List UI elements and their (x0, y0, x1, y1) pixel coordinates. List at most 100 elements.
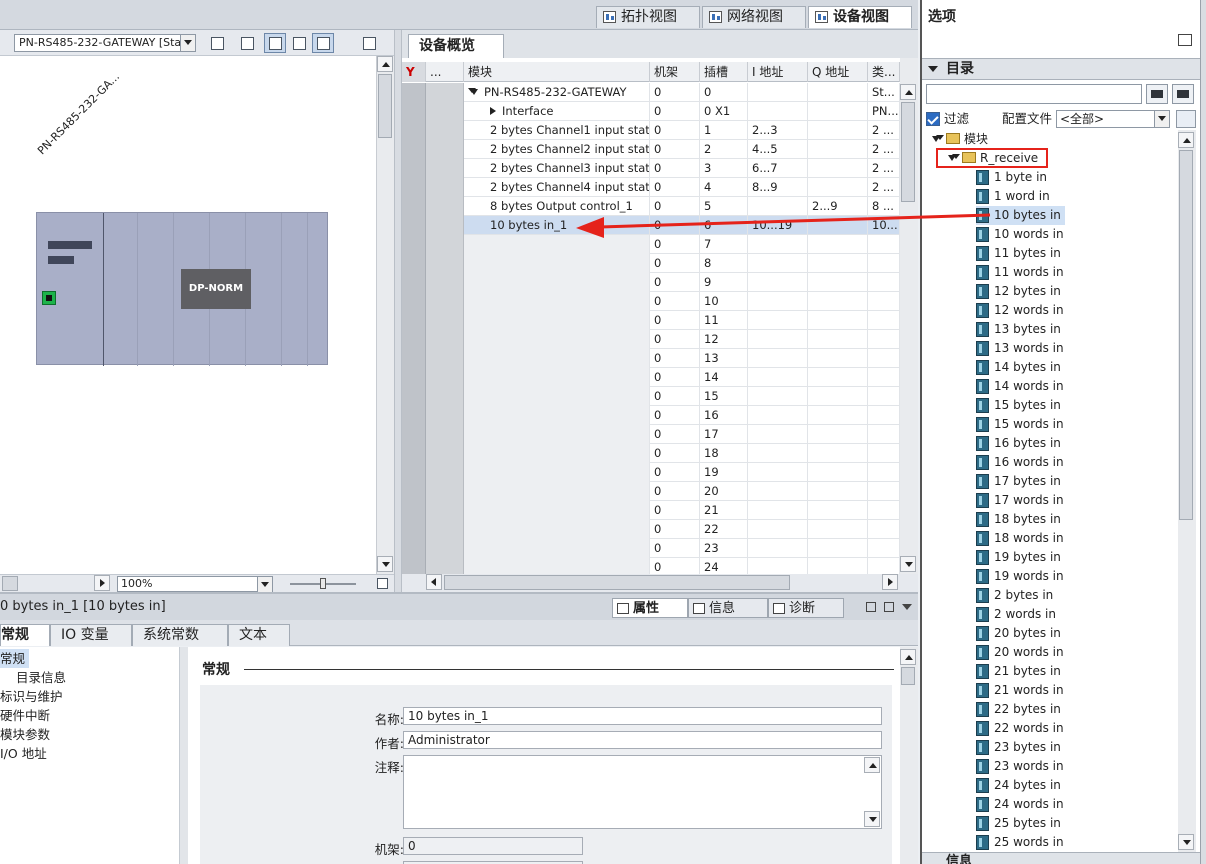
catalog-item[interactable]: 2 words in (976, 605, 1056, 624)
catalog-item[interactable]: 24 bytes in (976, 776, 1061, 795)
table-row[interactable]: 0 20 (402, 482, 900, 501)
catalog-item[interactable]: 11 words in (976, 263, 1064, 282)
maximize-icon[interactable] (884, 602, 894, 612)
catalog-item[interactable]: 24 words in (976, 795, 1064, 814)
catalog-item[interactable]: 19 words in (976, 567, 1064, 586)
name-input[interactable]: 10 bytes in_1 (403, 707, 882, 725)
scroll-thumb[interactable] (901, 667, 915, 685)
slider-knob[interactable] (320, 578, 326, 589)
table-row[interactable]: 0 19 (402, 463, 900, 482)
table-row[interactable]: 08 (402, 254, 900, 273)
properties-scrollbar[interactable] (900, 647, 918, 864)
page-layout-button[interactable] (312, 33, 334, 53)
tab-network-view[interactable]: 网络视图 (702, 6, 806, 28)
catalog-item[interactable]: 2 bytes in (976, 586, 1053, 605)
table-row[interactable]: 2 bytes Channel4 input stat... 0 4 8...9 2 .… (402, 178, 900, 197)
table-row[interactable]: 8 bytes Output control_1 0 5 2...9 8 ... (402, 197, 900, 216)
scroll-right-icon[interactable] (94, 575, 110, 591)
scroll-thumb[interactable] (901, 102, 915, 202)
catalog-item[interactable]: 17 bytes in (976, 472, 1061, 491)
show-names-button[interactable] (236, 33, 258, 53)
catalog-item[interactable]: 19 bytes in (976, 548, 1061, 567)
filter-checkbox[interactable] (926, 112, 940, 126)
table-row[interactable]: PN-RS485-232-GATEWAY 0 0 St... (402, 83, 900, 102)
catalog-item[interactable]: 12 bytes in (976, 282, 1061, 301)
table-row[interactable]: 2 bytes Channel3 input stat... 0 3 6...7 2 .… (402, 159, 900, 178)
expand-icon[interactable] (932, 136, 940, 142)
table-row[interactable]: 10 bytes in_1 0 6 10...19 10... (402, 216, 900, 235)
catalog-item[interactable]: 21 bytes in (976, 662, 1061, 681)
pane-splitter[interactable] (394, 30, 402, 592)
table-row[interactable]: 2 bytes Channel2 input stat... 0 2 4...5 2 .… (402, 140, 900, 159)
catalog-item[interactable]: 20 bytes in (976, 624, 1061, 643)
table-row[interactable]: 0 22 (402, 520, 900, 539)
scroll-down-icon[interactable] (377, 556, 393, 572)
table-row[interactable]: 0 24 (402, 558, 900, 574)
zoom-slider[interactable] (290, 578, 356, 589)
overview-toggle-button[interactable] (358, 33, 380, 53)
catalog-item[interactable]: 10 bytes in (976, 206, 1065, 225)
nav-module-parameters[interactable]: 模块参数 (0, 725, 50, 744)
tab-topology-view[interactable]: 拓扑视图 (596, 6, 700, 28)
chevron-down-icon[interactable] (902, 604, 912, 610)
catalog-item[interactable]: 17 words in (976, 491, 1064, 510)
table-row[interactable]: 0 18 (402, 444, 900, 463)
scroll-up-icon[interactable] (1178, 132, 1194, 148)
col-module[interactable]: 模块 (464, 62, 650, 82)
nav-general[interactable]: 常规 (0, 649, 30, 668)
catalog-item[interactable]: 12 words in (976, 301, 1064, 320)
catalog-item[interactable]: 21 words in (976, 681, 1064, 700)
scroll-left-icon[interactable] (426, 574, 442, 590)
table-row[interactable]: 0 23 (402, 539, 900, 558)
float-panel-icon[interactable] (866, 602, 876, 612)
catalog-item[interactable]: 1 byte in (976, 168, 1047, 187)
device-rack[interactable]: DP-NORM (36, 212, 328, 366)
catalog-item[interactable]: 10 words in (976, 225, 1064, 244)
table-vertical-scrollbar[interactable] (900, 58, 918, 574)
col-q-address[interactable]: Q 地址 (808, 62, 868, 82)
scroll-down-icon[interactable] (864, 811, 880, 827)
catalog-scrollbar[interactable] (1178, 130, 1196, 852)
catalog-item[interactable]: 22 words in (976, 719, 1064, 738)
catalog-item[interactable]: 20 words in (976, 643, 1064, 662)
scroll-down-icon[interactable] (900, 556, 916, 572)
catalog-item[interactable]: 14 bytes in (976, 358, 1061, 377)
col-rack[interactable]: 机架 (650, 62, 700, 82)
scroll-up-icon[interactable] (900, 84, 916, 100)
scroll-down-icon[interactable] (1178, 834, 1194, 850)
search-down-icon[interactable] (1146, 84, 1168, 104)
catalog-header[interactable]: 目录 (922, 58, 1202, 80)
tab-texts[interactable]: 文本 (228, 624, 290, 646)
table-row[interactable]: 0 12 (402, 330, 900, 349)
device-select[interactable]: PN-RS485-232-GATEWAY [Star (14, 34, 196, 52)
tab-device-view[interactable]: 设备视图 (808, 6, 912, 28)
tab-system-constants[interactable]: 系统常数 (132, 624, 228, 646)
table-row[interactable]: 0 17 (402, 425, 900, 444)
table-row[interactable]: Interface 0 0 X1 PN... (402, 102, 900, 121)
search-up-icon[interactable] (1172, 84, 1194, 104)
filter-header-cell[interactable]: Y (402, 62, 426, 82)
table-row[interactable]: 09 (402, 273, 900, 292)
catalog-item[interactable]: 13 words in (976, 339, 1064, 358)
h-scroll-thumb[interactable] (444, 575, 790, 590)
scroll-up-icon[interactable] (864, 757, 880, 773)
info-section-header[interactable]: 信息 (922, 852, 1202, 864)
tab-device-overview[interactable]: 设备概览 (408, 34, 504, 58)
tab-info[interactable]: 信息 (688, 598, 768, 618)
catalog-item[interactable]: 25 bytes in (976, 814, 1061, 833)
nav-splitter[interactable] (180, 647, 188, 864)
scroll-thumb[interactable] (1179, 150, 1193, 520)
dp-norm-module[interactable]: DP-NORM (181, 269, 251, 309)
table-horizontal-scrollbar[interactable] (402, 574, 918, 592)
grid-button[interactable] (288, 33, 310, 53)
col-slot[interactable]: 插槽 (700, 62, 748, 82)
table-row[interactable]: 0 10 (402, 292, 900, 311)
graphic-vertical-scrollbar[interactable] (376, 56, 394, 574)
catalog-item[interactable]: 23 words in (976, 757, 1064, 776)
col-i-address[interactable]: I 地址 (748, 62, 808, 82)
tab-properties[interactable]: 属性 (612, 598, 688, 618)
catalog-item[interactable]: 18 words in (976, 529, 1064, 548)
nav-io-addresses[interactable]: I/O 地址 (0, 744, 47, 763)
catalog-item[interactable]: 22 bytes in (976, 700, 1061, 719)
catalog-item[interactable]: 14 words in (976, 377, 1064, 396)
